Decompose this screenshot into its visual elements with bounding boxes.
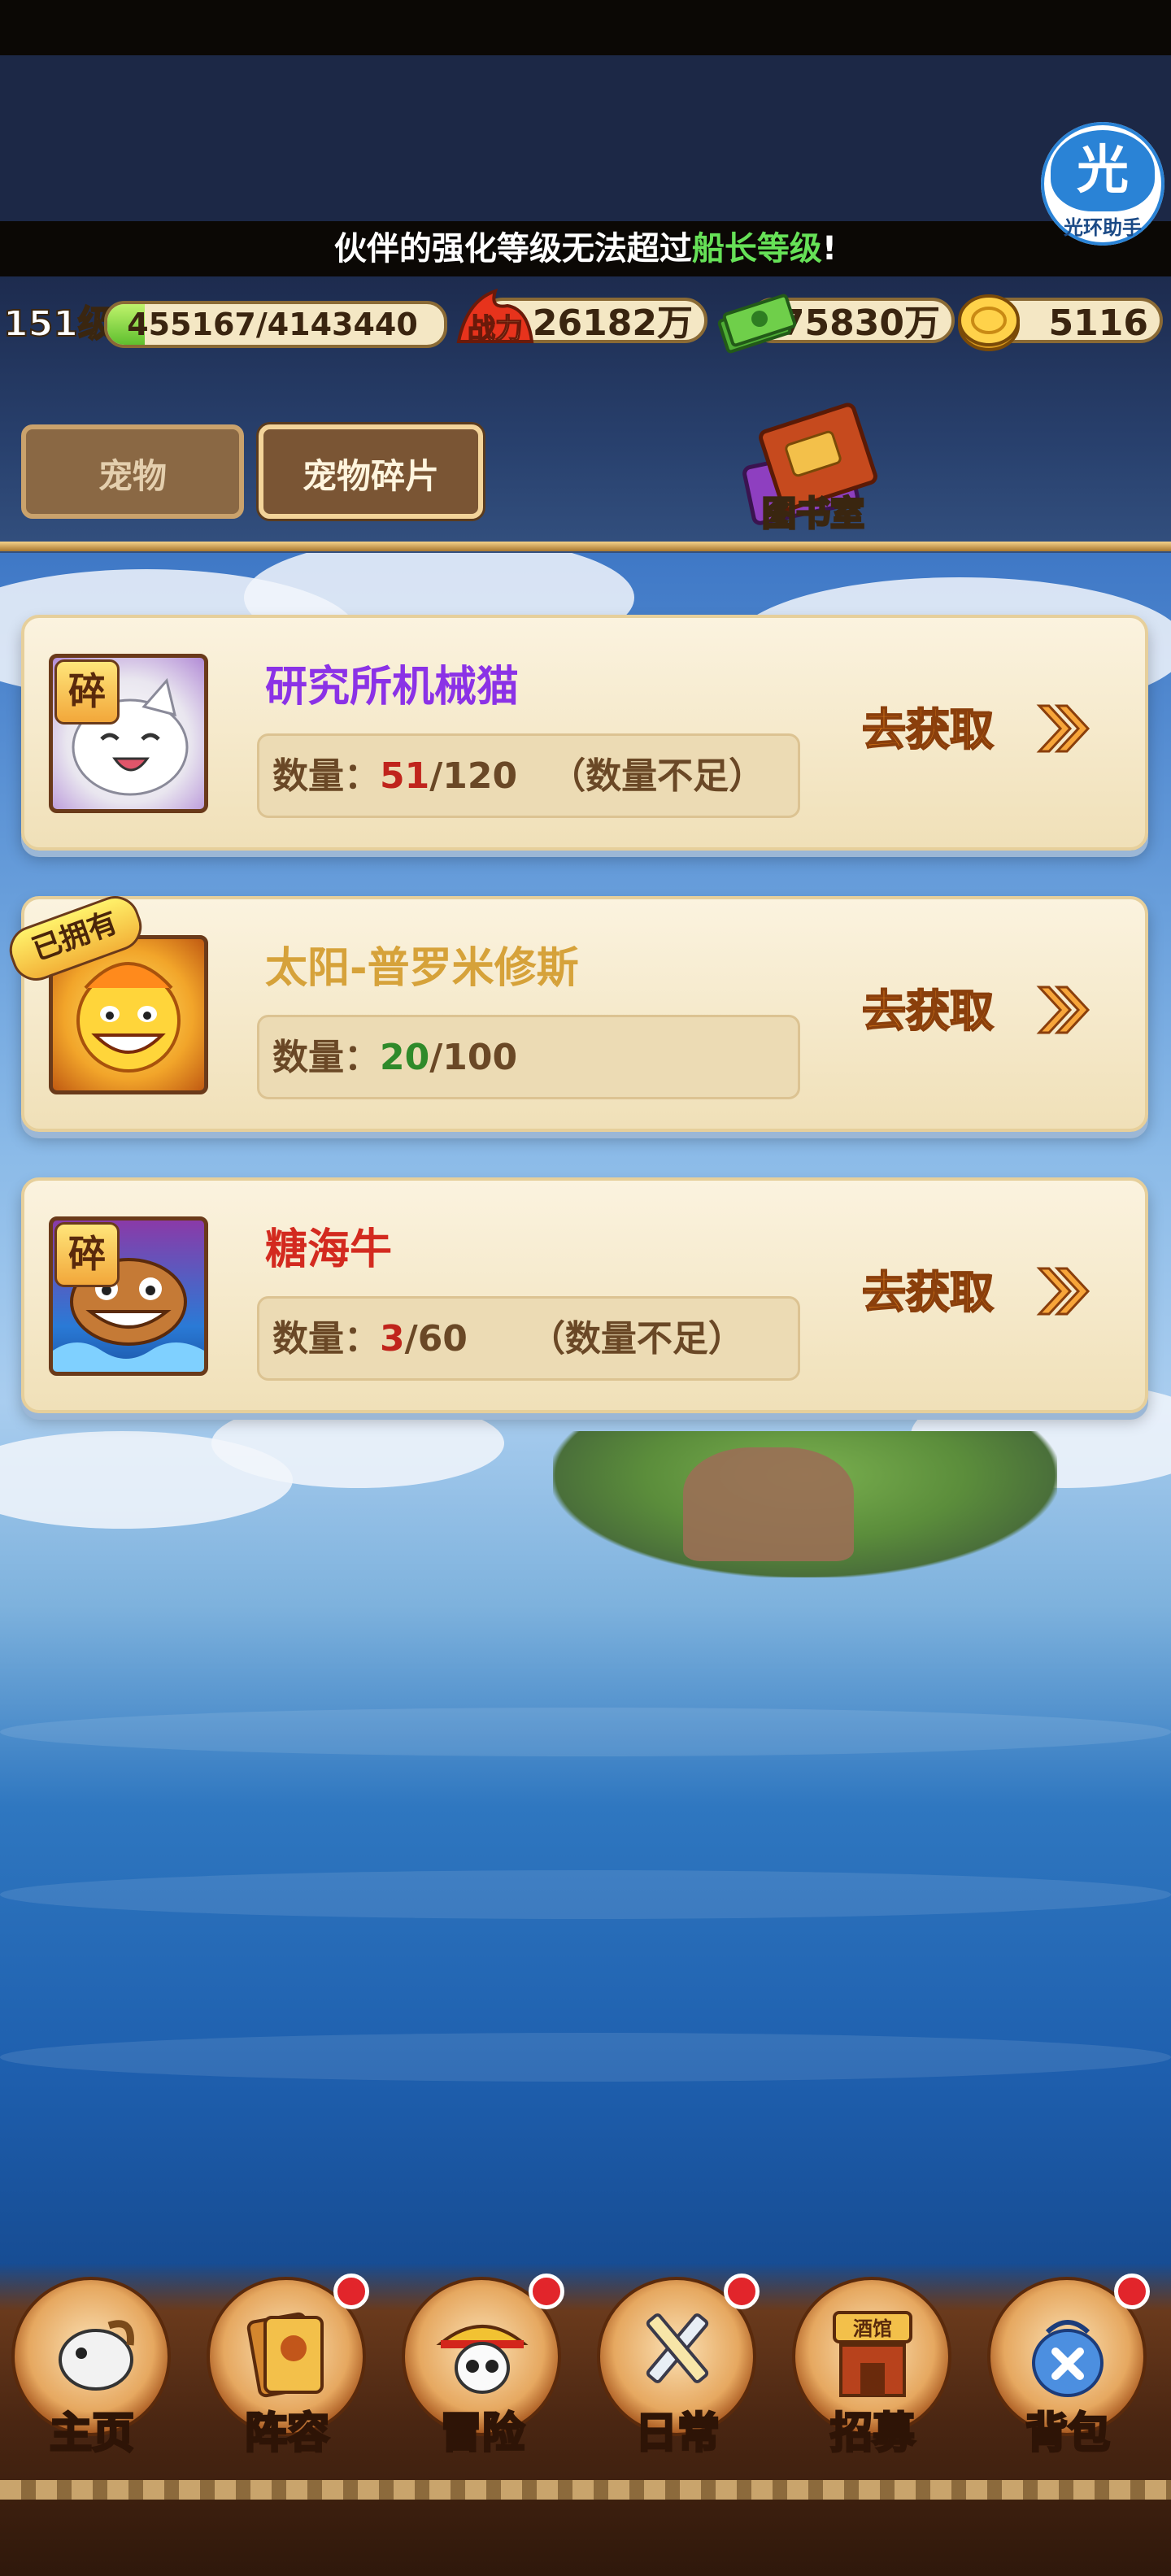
skull-hat-icon xyxy=(429,2301,535,2407)
quantity-box: 数量：51/120 （数量不足） xyxy=(257,733,800,818)
quantity-box: 数量：20/100 xyxy=(257,1015,800,1099)
quantity-total: /120 xyxy=(429,755,518,797)
notification-dot xyxy=(1114,2274,1150,2309)
obtain-label: 去获取 xyxy=(861,1266,995,1319)
notification-dot xyxy=(529,2274,564,2309)
helper-icon: 光 xyxy=(1051,130,1155,211)
sea-slug-portrait: 碎 xyxy=(49,1216,208,1376)
nav-adventure-label: 冒险 xyxy=(438,2408,525,2460)
tavern-icon: 酒馆 xyxy=(820,2301,925,2407)
notification-dot xyxy=(724,2274,760,2309)
tab-pet[interactable]: 宠物 xyxy=(21,424,244,519)
swords-icon xyxy=(625,2301,730,2407)
cards-icon xyxy=(234,2301,340,2407)
library-label[interactable]: 图书室 xyxy=(716,486,911,536)
fragment-card: 已拥有 太阳-普罗米修斯 数量：20/100 去获取 xyxy=(2,889,1148,1132)
nav-lineup-label: 阵容 xyxy=(243,2408,330,2460)
rope-decoration xyxy=(0,2480,1171,2500)
power-icon-label: 战力 xyxy=(468,313,523,346)
pet-name: 研究所机械猫 xyxy=(265,663,520,711)
nav-recruit-label: 招募 xyxy=(829,2408,916,2460)
notice-text: 伙伴的强化等级无法超过 xyxy=(333,230,692,268)
helper-button[interactable]: 光 光环助手 xyxy=(1041,122,1164,246)
pet-name: 糖海牛 xyxy=(265,1225,393,1274)
nav-lineup[interactable]: 阵容 xyxy=(202,2269,372,2464)
pet-name: 太阳-普罗米修斯 xyxy=(265,944,579,993)
obtain-button[interactable]: 去获取 xyxy=(861,1260,1106,1325)
gold-coin-icon xyxy=(955,289,1023,355)
obtain-label: 去获取 xyxy=(861,703,995,756)
nav-bag[interactable]: 背包 xyxy=(982,2269,1153,2464)
bag-icon xyxy=(1015,2301,1121,2407)
quantity-label: 数量： xyxy=(272,755,380,797)
quantity-current: 3 xyxy=(380,1318,405,1360)
nav-daily-label: 日常 xyxy=(633,2408,720,2460)
quantity-label: 数量： xyxy=(272,1318,380,1360)
notice-banner: 伙伴的强化等级无法超过船长等级! xyxy=(0,221,1171,276)
quantity-shortage: （数量不足） xyxy=(529,1318,744,1360)
helper-label: 光环助手 xyxy=(1064,216,1142,239)
quantity-total: /100 xyxy=(429,1037,518,1078)
double-chevron-right-icon xyxy=(1036,1267,1090,1316)
goat-icon xyxy=(39,2301,145,2407)
quantity-current: 51 xyxy=(380,755,430,797)
fragment-card: 碎 研究所机械猫 数量：51/120 （数量不足） 去获取 xyxy=(21,615,1148,851)
quantity-total: /60 xyxy=(404,1318,468,1360)
notification-dot xyxy=(333,2274,369,2309)
obtain-button[interactable]: 去获取 xyxy=(861,979,1106,1044)
quantity-shortage: （数量不足） xyxy=(550,755,765,797)
nav-home-label: 主页 xyxy=(48,2408,135,2460)
power-icon: 战力 xyxy=(451,285,540,358)
xp-text: 455167/4143440 xyxy=(127,307,418,342)
obtain-label: 去获取 xyxy=(861,985,995,1038)
cat-portrait: 碎 xyxy=(49,654,208,813)
nav-home[interactable]: 主页 xyxy=(7,2269,177,2464)
tavern-sign-text: 酒馆 xyxy=(853,2317,892,2340)
tab-pet-fragments[interactable]: 宠物碎片 xyxy=(259,424,483,519)
nav-bag-label: 背包 xyxy=(1024,2408,1111,2460)
cash-icon xyxy=(716,286,797,356)
quantity-box: 数量：3/60 （数量不足） xyxy=(257,1296,800,1381)
obtain-button[interactable]: 去获取 xyxy=(861,698,1106,763)
app-header xyxy=(0,55,1171,221)
nav-daily[interactable]: 日常 xyxy=(592,2269,763,2464)
fragment-badge: 碎 xyxy=(54,659,120,724)
player-level: 151级 xyxy=(2,302,115,346)
double-chevron-right-icon xyxy=(1036,704,1090,753)
quantity-current: 20 xyxy=(380,1037,430,1078)
double-chevron-right-icon xyxy=(1036,986,1090,1034)
notice-end: ! xyxy=(821,230,838,268)
status-bar xyxy=(0,0,1171,55)
fragment-badge: 碎 xyxy=(54,1222,120,1287)
nav-adventure[interactable]: 冒险 xyxy=(397,2269,568,2464)
notice-highlight: 船长等级 xyxy=(691,230,822,268)
header-divider xyxy=(0,542,1171,551)
nav-recruit[interactable]: 酒馆 招募 xyxy=(787,2269,958,2464)
fragment-card: 碎 糖海牛 数量：3/60 （数量不足） 去获取 xyxy=(21,1177,1148,1413)
quantity-label: 数量： xyxy=(272,1037,380,1078)
